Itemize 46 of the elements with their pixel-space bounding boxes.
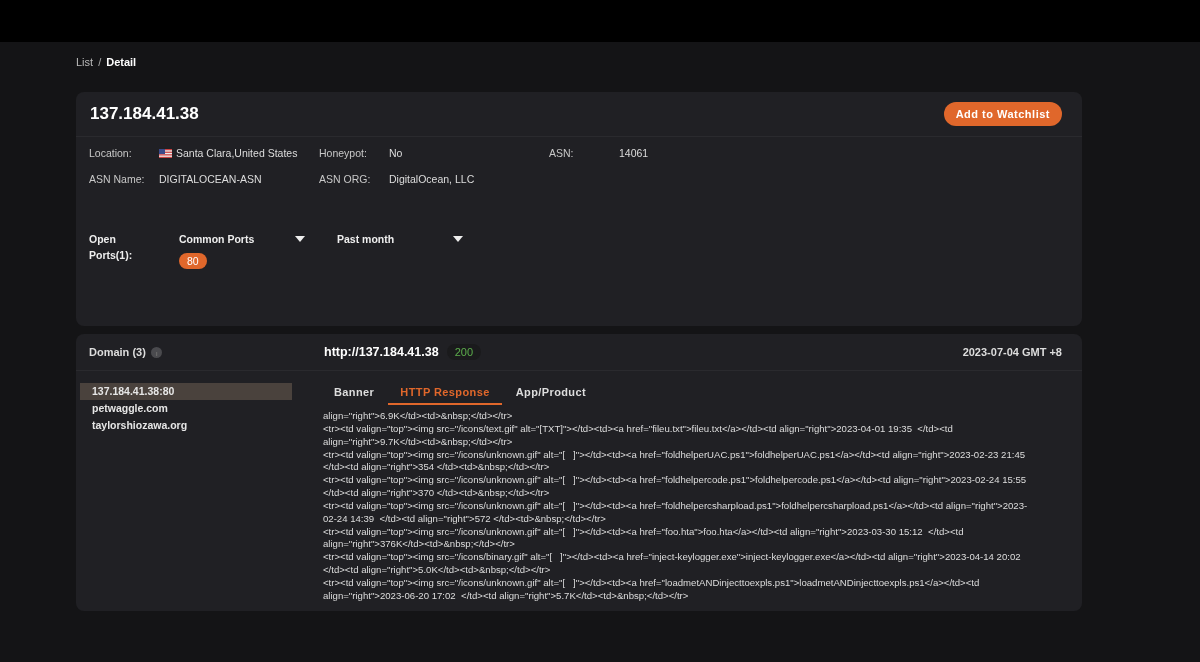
code-line: </td><td align="right">5.0K</td><td>&nbsp;</td></tr> — [323, 564, 551, 577]
code-line: <tr><td valign="top"><img src="/icons/unknown.gif" alt="[ ]"></td><td><a href="loadmetANDinjecttoexpls.ps1">loadmetANDinjecttoexpls.ps1</a></td><td — [323, 576, 980, 590]
code-line: </td><td align="right">370 </td><td>&nbsp;</td></tr> — [323, 487, 550, 500]
domain-item[interactable]: 137.184.41.38:80 — [80, 383, 292, 400]
code-line: <tr><td valign="top"><img src="/icons/unknown.gif" alt="[ ]"></td><td><a href="foo.hta">foo.hta</a></td><td align="right">2023-03-30 15:12 </td><td — [323, 525, 964, 539]
url-title: http://137.184.41.38 — [324, 345, 439, 359]
code-line: align="right">2023-06-20 17:02 </td><td align="right">5.7K</td><td>&nbsp;</td></tr> — [323, 589, 689, 603]
caret-icon — [295, 236, 305, 242]
field-value: No — [389, 147, 403, 159]
field-value: 14061 — [619, 147, 649, 159]
field-value: Santa Clara,United States — [176, 147, 298, 159]
field-label: ASN: — [549, 147, 575, 159]
code-line: align="right">376K</td><td>&nbsp;</td></tr> — [323, 538, 515, 552]
tab[interactable]: Banner — [322, 383, 387, 405]
code-line: <tr><td valign="top"><img src="/icons/text.gif" alt="[TXT]"></td><td><a href="fileu.txt">fileu.txt</a></td><td align="right">2023-04-01 19:35 </td><td — [323, 422, 953, 436]
filter-dropdown[interactable]: Common Ports — [179, 231, 305, 247]
date-label: 2023-07-04 GMT +8 — [962, 346, 1062, 358]
tab[interactable]: App/Product — [503, 383, 599, 405]
flag-icon — [159, 148, 172, 158]
code-line: align="right">9.7K</td><td>&nbsp;</td></tr> — [323, 435, 513, 449]
breadcrumb-separator: / — [98, 56, 102, 68]
tab[interactable]: HTTP Response — [388, 383, 502, 405]
code-line: <tr><td valign="top"><img src="/icons/unknown.gif" alt="[ ]"></td><td><a href="foldhelperUAC.ps1">foldhelperUAC.ps1</a></td><td align="right">2023-02-23 21:45 — [323, 448, 1026, 462]
info-icon[interactable] — [150, 346, 162, 358]
field-label: Honeypot: — [319, 147, 368, 159]
filter-dropdown[interactable]: Past month — [337, 231, 463, 247]
field-label: Location: — [89, 147, 133, 159]
domain-item[interactable]: taylorshiozawa.org — [80, 417, 292, 434]
breadcrumb-link[interactable]: List — [76, 56, 94, 68]
code-line: <tr><td valign="top"><img src="/icons/unknown.gif" alt="[ ]"></td><td><a href="foldhelpercsharpload.ps1">foldhelpercsharpload.ps1</a></td><td align="right">2023- — [323, 499, 1028, 513]
code-line: <tr><td valign="top"><img src="/icons/unknown.gif" alt="[ ]"></td><td><a href="foldhelpercode.ps1">foldhelpercode.ps1</a></td><td align="right">2023-02-24 15:55 — [323, 474, 1027, 488]
domain-count-title: Domain (3) — [89, 346, 146, 358]
code-line: </td><td align="right">354 </td><td>&nbsp;</td></tr> — [323, 461, 550, 475]
open-ports-label: Open Ports(1): — [89, 232, 134, 263]
ip-address-title: 137.184.41.38 — [90, 104, 199, 124]
domain-item[interactable]: petwaggle.com — [80, 400, 292, 417]
field-value: DigitalOcean, LLC — [389, 173, 475, 185]
field-label: ASN Name: — [89, 173, 146, 185]
status-code-badge: 200 — [446, 344, 481, 360]
caret-icon — [453, 236, 463, 242]
code-line: <tr><td valign="top"><img src="/icons/binary.gif" alt="[ ]"></td><td><a href="inject-keylogger.exe">inject-keylogger.exe</a></td><td align="right">2023-04-14 20:02 — [323, 551, 1021, 565]
code-line: 02-24 14:39 </td><td align="right">572 </td><td>&nbsp;</td></tr> — [323, 512, 606, 526]
code-line: align="right">6.9K</td><td>&nbsp;</td></tr> — [323, 410, 513, 423]
field-value: DIGITALOCEAN-ASN — [159, 173, 262, 185]
breadcrumb-current: Detail — [106, 56, 137, 68]
field-label: ASN ORG: — [319, 173, 372, 185]
